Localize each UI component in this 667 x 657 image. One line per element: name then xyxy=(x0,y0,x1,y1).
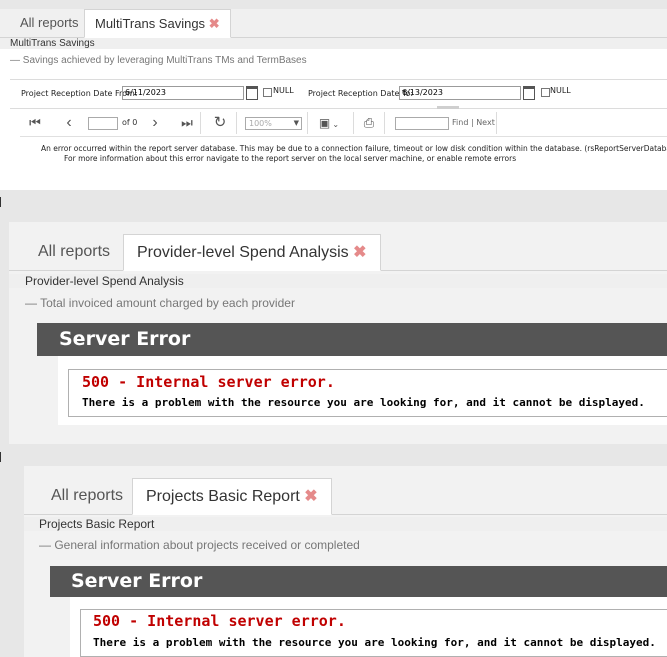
calendar-icon[interactable] xyxy=(523,86,535,100)
tab-bar: All reports MultiTrans Savings ✖ xyxy=(0,9,667,38)
tab-label: All reports xyxy=(38,243,111,260)
server-error-header: Server Error xyxy=(50,566,667,597)
error-description: There is a problem with the resource you… xyxy=(93,636,656,649)
null-checkbox-to[interactable] xyxy=(541,88,550,97)
tab-all-reports[interactable]: All reports xyxy=(38,234,110,271)
tab-all-reports[interactable]: All reports xyxy=(20,9,79,38)
error-code-heading: 500 - Internal server error. xyxy=(93,612,346,630)
error-box: 500 - Internal server error. There is a … xyxy=(68,369,667,417)
zoom-select[interactable]: 100% ▼ xyxy=(245,117,302,130)
refresh-icon[interactable]: ↻ xyxy=(211,110,229,136)
tab-all-reports[interactable]: All reports xyxy=(51,478,123,515)
toolbar-divider xyxy=(496,112,497,134)
first-page-icon[interactable]: ⏮ xyxy=(26,110,44,136)
report-title: Projects Basic Report xyxy=(24,517,667,531)
tab-projects-basic-report[interactable]: Projects Basic Report ✖ xyxy=(132,478,332,515)
tab-multitrans-savings[interactable]: MultiTrans Savings ✖ xyxy=(84,9,231,38)
date-from-input[interactable]: 6/11/2023 xyxy=(122,86,244,100)
tab-bar: All reports Provider-level Spend Analysi… xyxy=(9,234,667,271)
toolbar-divider xyxy=(353,112,354,134)
tab-label: All reports xyxy=(20,15,79,30)
provider-spend-panel: All reports Provider-level Spend Analysi… xyxy=(9,222,667,444)
date-from-label: Project Reception Date From: xyxy=(21,89,138,98)
error-description: There is a problem with the resource you… xyxy=(82,396,645,409)
tab-bar: All reports Projects Basic Report ✖ xyxy=(24,478,667,515)
toolbar-divider xyxy=(200,112,201,134)
report-error-hint: For more information about this error na… xyxy=(64,154,517,163)
previous-page-icon[interactable]: ‹ xyxy=(60,110,78,136)
error-code-heading: 500 - Internal server error. xyxy=(82,373,335,391)
print-icon[interactable]: ⎙ xyxy=(360,110,378,136)
tab-label: Projects Basic Report xyxy=(146,488,300,505)
close-tab-icon[interactable]: ✖ xyxy=(353,244,366,261)
tab-label: All reports xyxy=(51,487,124,504)
null-label: NULL xyxy=(273,86,294,95)
next-link[interactable]: Next xyxy=(476,118,495,127)
toolbar-divider xyxy=(384,112,385,134)
report-title: MultiTrans Savings xyxy=(0,38,667,49)
report-description: — Savings achieved by leveraging MultiTr… xyxy=(10,55,307,66)
server-error-body: 500 - Internal server error. There is a … xyxy=(70,597,667,657)
last-page-icon[interactable]: ⏭ xyxy=(178,110,196,136)
export-save-icon[interactable]: ▣ ⌄ xyxy=(317,110,341,136)
report-title: Provider-level Spend Analysis xyxy=(9,274,667,288)
find-separator: | xyxy=(470,118,474,127)
null-label: NULL xyxy=(550,86,571,95)
next-page-icon[interactable]: › xyxy=(146,110,164,136)
toolbar-divider xyxy=(236,112,237,134)
report-description: — Total invoiced amount charged by each … xyxy=(25,296,295,310)
tab-label: MultiTrans Savings xyxy=(95,16,206,31)
close-tab-icon[interactable]: ✖ xyxy=(304,488,317,505)
report-toolbar: ⏮ ‹ of 0 › ⏭ ↻ 100% ▼ ▣ ⌄ ⎙ Find | Next xyxy=(20,110,667,137)
date-to-label: Project Reception Date To: xyxy=(308,89,414,98)
text-cursor xyxy=(0,197,1,207)
error-box: 500 - Internal server error. There is a … xyxy=(80,609,667,657)
find-input[interactable] xyxy=(395,117,449,130)
date-to-input[interactable]: 6/13/2023 xyxy=(399,86,521,100)
find-link[interactable]: Find xyxy=(452,118,468,127)
splitter-handle[interactable] xyxy=(437,106,459,109)
null-checkbox-from[interactable] xyxy=(263,88,272,97)
chevron-down-icon: ▼ xyxy=(293,119,299,127)
calendar-icon[interactable] xyxy=(246,86,258,100)
zoom-value: 100% xyxy=(249,119,272,128)
page-count: of 0 xyxy=(122,118,138,127)
parameter-row: Project Reception Date From: 6/11/2023 N… xyxy=(10,79,667,109)
tab-label: Provider-level Spend Analysis xyxy=(137,244,349,261)
report-description: — General information about projects rec… xyxy=(39,538,360,552)
server-error-body: 500 - Internal server error. There is a … xyxy=(58,356,667,425)
server-error-header: Server Error xyxy=(37,323,667,356)
text-cursor xyxy=(0,452,1,462)
multitrans-savings-panel: All reports MultiTrans Savings ✖ MultiTr… xyxy=(0,9,667,190)
toolbar-divider xyxy=(307,112,308,134)
close-tab-icon[interactable]: ✖ xyxy=(209,16,220,31)
tab-provider-spend-analysis[interactable]: Provider-level Spend Analysis ✖ xyxy=(123,234,381,271)
page-number-input[interactable] xyxy=(88,117,118,130)
projects-basic-panel: All reports Projects Basic Report ✖ Proj… xyxy=(24,466,667,657)
report-error-message: An error occurred within the report serv… xyxy=(41,144,667,153)
